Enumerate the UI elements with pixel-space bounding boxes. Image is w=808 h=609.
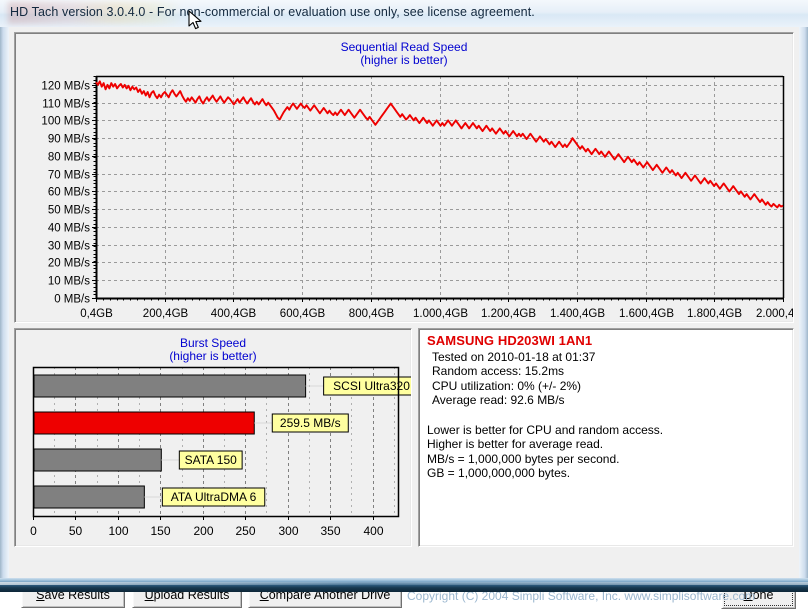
svg-text:50: 50: [69, 524, 83, 538]
svg-text:600,4GB: 600,4GB: [280, 308, 326, 320]
svg-text:150: 150: [150, 524, 170, 538]
svg-text:300: 300: [278, 524, 298, 538]
svg-text:90 MB/s: 90 MB/s: [48, 134, 90, 146]
svg-text:SATA 150: SATA 150: [185, 453, 238, 467]
note-higher-better: Higher is better for average read.: [427, 437, 604, 451]
sequential-chart-subtitle: (higher is better): [360, 53, 448, 67]
note-mbs-definition: MB/s = 1,000,000 bytes per second.: [427, 451, 620, 466]
svg-text:1.800,4GB: 1.800,4GB: [687, 308, 742, 320]
average-read-text: Average read: 92.6 MB/s: [432, 393, 565, 407]
title-bar[interactable]: HD Tach version 3.0.4.0 - For non-commer…: [0, 0, 808, 27]
drive-model-name: SAMSUNG HD203WI 1AN1: [427, 333, 593, 348]
window-border-right: [799, 0, 808, 592]
svg-text:100: 100: [108, 524, 128, 538]
note-gb-definition: GB = 1,000,000,000 bytes.: [427, 466, 571, 480]
cpu-utilization-text: CPU utilization: 0% (+/- 2%): [432, 378, 582, 393]
svg-text:800,4GB: 800,4GB: [349, 308, 395, 320]
sequential-read-panel: Sequential Read Speed (higher is better)…: [14, 32, 794, 323]
svg-text:1.600,4GB: 1.600,4GB: [619, 308, 674, 320]
svg-text:10 MB/s: 10 MB/s: [48, 276, 90, 288]
svg-text:250: 250: [235, 524, 255, 538]
random-access-text: Random access: 15.2ms: [432, 364, 565, 378]
svg-text:400: 400: [363, 524, 383, 538]
svg-text:30 MB/s: 30 MB/s: [48, 241, 90, 253]
svg-text:1.000,4GB: 1.000,4GB: [413, 308, 468, 320]
svg-text:120 MB/s: 120 MB/s: [41, 81, 90, 93]
svg-text:259.5 MB/s: 259.5 MB/s: [280, 416, 341, 430]
note-lower-better: Lower is better for CPU and random acces…: [427, 422, 664, 437]
sequential-read-chart: 0 MB/s 10 MB/s 20 MB/s 30 MB/s 40 MB/s 50 MB/…: [41, 75, 793, 320]
svg-text:0: 0: [30, 524, 37, 538]
svg-text:400,4GB: 400,4GB: [211, 308, 257, 320]
svg-text:50 MB/s: 50 MB/s: [48, 205, 90, 217]
svg-text:80 MB/s: 80 MB/s: [48, 152, 90, 164]
svg-text:70 MB/s: 70 MB/s: [48, 170, 90, 182]
svg-text:200: 200: [193, 524, 213, 538]
svg-text:110 MB/s: 110 MB/s: [42, 99, 90, 111]
svg-text:60 MB/s: 60 MB/s: [48, 187, 90, 199]
svg-text:350: 350: [320, 524, 340, 538]
svg-text:20 MB/s: 20 MB/s: [48, 258, 90, 270]
hd-tach-window: HD Tach version 3.0.4.0 - For non-commer…: [0, 0, 808, 609]
svg-text:1.400,4GB: 1.400,4GB: [550, 308, 605, 320]
window-border-bottom: [0, 578, 808, 592]
drive-info-panel: SAMSUNG HD203WI 1AN1 Tested on 2010-01-1…: [418, 328, 794, 547]
svg-text:40 MB/s: 40 MB/s: [48, 223, 90, 235]
tested-on-text: Tested on 2010-01-18 at 01:37: [432, 349, 596, 364]
svg-text:100 MB/s: 100 MB/s: [41, 116, 90, 128]
svg-text:2.000,4GB: 2.000,4GB: [756, 308, 793, 320]
burst-chart-subtitle: (higher is better): [169, 349, 257, 363]
svg-text:ATA UltraDMA 6: ATA UltraDMA 6: [171, 490, 257, 504]
burst-speed-panel: Burst Speed (higher is better) 0 50 100 150…: [14, 328, 412, 547]
svg-text:1.200,4GB: 1.200,4GB: [481, 308, 536, 320]
window-title: HD Tach version 3.0.4.0 - For non-commer…: [10, 5, 535, 19]
client-area: Sequential Read Speed (higher is better)…: [9, 27, 799, 609]
svg-text:0,4GB: 0,4GB: [80, 308, 113, 320]
svg-text:0 MB/s: 0 MB/s: [54, 294, 90, 306]
window-border-left: [0, 0, 9, 592]
svg-text:200,4GB: 200,4GB: [143, 308, 189, 320]
